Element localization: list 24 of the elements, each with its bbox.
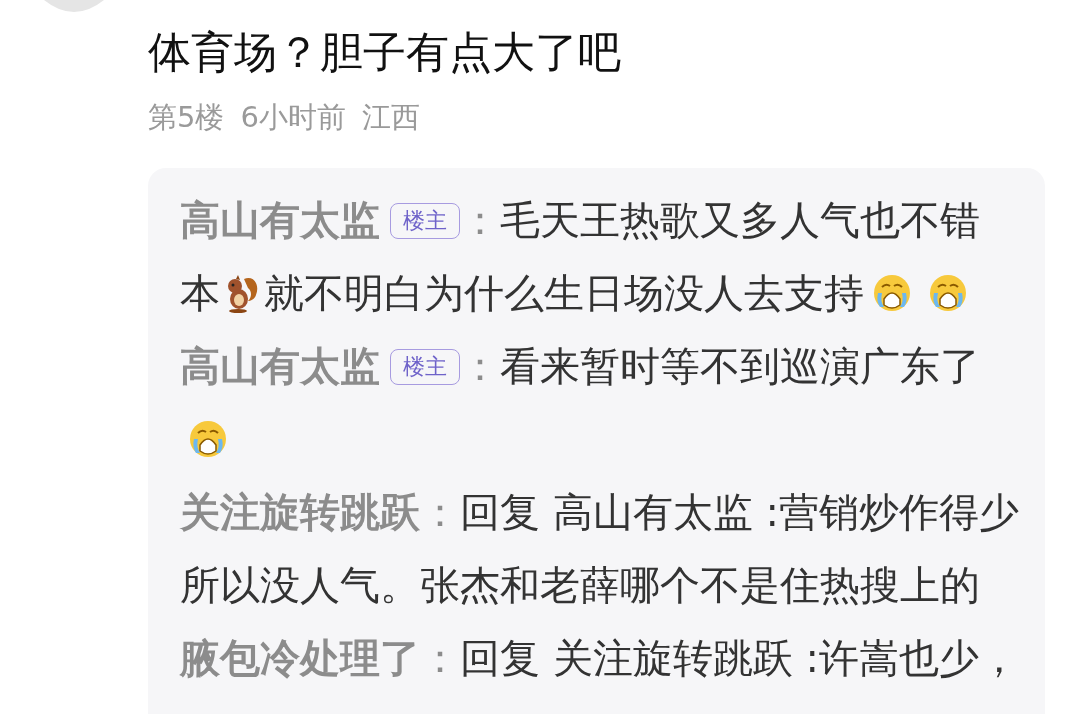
owner-badge: 楼主 [390,203,460,239]
reply-text: 看来暂时等不到巡演广东了 [500,343,980,389]
reply-author[interactable]: 关注旋转跳跃 [180,489,420,535]
reply-author[interactable]: 高山有太监 [180,343,380,389]
reply-text: 所以没人气。张杰和老薛哪个不是住热搜上的 [180,562,980,608]
reply-text: 回复 关注旋转跳跃 :许嵩也少， [460,635,1019,681]
post-location: 江西 [361,100,420,134]
reply-separator: ： [420,635,460,681]
reply-text: 就不明白为什么生日场没人去支持 [264,270,864,316]
owner-badge: 楼主 [390,349,460,385]
crying-face-icon [188,419,228,459]
crying-face-icon [872,273,912,313]
floor-number: 第5楼 [148,100,225,134]
reply-separator: ： [420,489,460,535]
reply-separator: ： [460,343,500,389]
reply-text: 回复 高山有太监 :营销炒作得少 [460,489,1019,535]
reply-text: 毛天王热歌又多人气也不错 [500,197,980,243]
reply-text: 本 [180,270,220,316]
comment-text: 体育场？胆子有点大了吧 [148,26,622,79]
reply-author[interactable]: 高山有太监 [180,197,380,243]
reply-separator: ： [460,197,500,243]
crying-face-icon [928,273,968,313]
post-time: 6小时前 [240,100,346,134]
reply-author[interactable]: 腋包冷处理了 [180,635,420,681]
